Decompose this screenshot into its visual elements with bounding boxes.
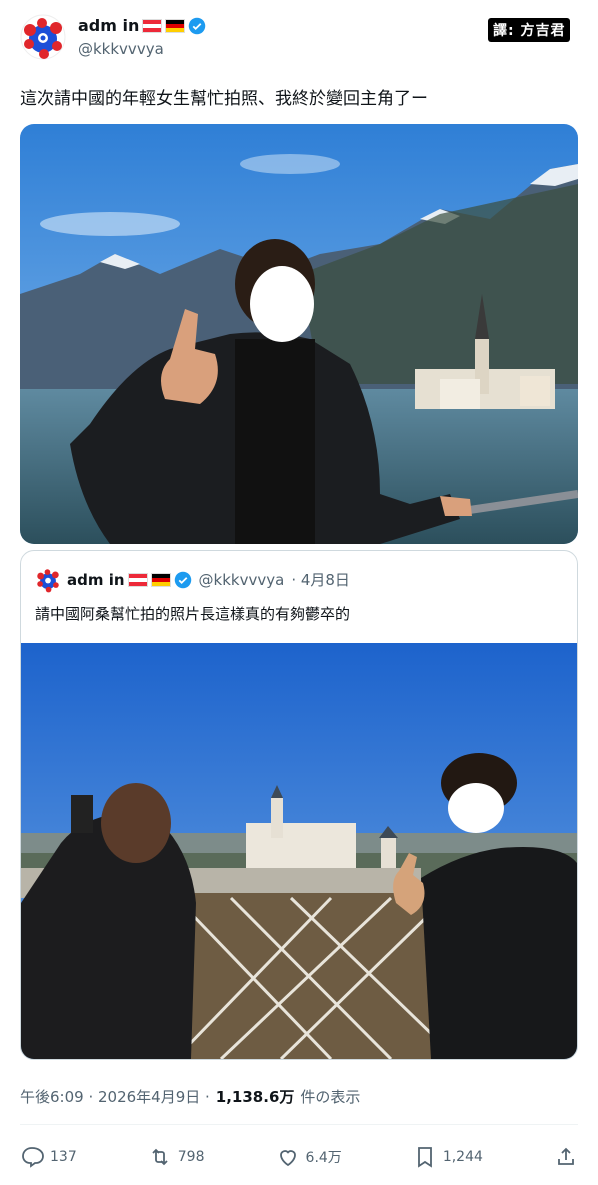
bookmark-count: 1,244: [442, 1149, 483, 1165]
quoted-handle: @kkkvvvya: [198, 570, 285, 589]
quoted-text: 請中國阿桑幫忙拍的照片長這樣真的有夠鬱卒的: [35, 605, 351, 623]
austria-flag-icon: [127, 572, 148, 587]
verified-badge-icon: [174, 571, 191, 588]
like-button[interactable]: 6.4万: [276, 1145, 342, 1169]
quoted-author-name: adm in: [67, 570, 125, 589]
reply-count: 137: [50, 1149, 77, 1165]
bookmark-button[interactable]: 1,244: [413, 1145, 483, 1169]
author-name-row[interactable]: adm in: [78, 16, 206, 35]
quoted-avatar[interactable]: [35, 567, 61, 593]
action-bar: 137 798 6.4万 1,244: [20, 1140, 578, 1174]
timestamp[interactable]: 午後6:09 · 2026年4月9日 ·: [20, 1086, 210, 1107]
reply-button[interactable]: 137: [20, 1145, 77, 1169]
tweet-text: 這次請中國的年輕女生幫忙拍照、我終於變回主角了ー: [20, 89, 428, 109]
reply-icon: [22, 1147, 44, 1168]
view-count: 1,138.6万: [215, 1088, 295, 1106]
verified-badge-icon: [189, 17, 206, 34]
bookmark-icon: [417, 1147, 432, 1168]
view-count-suffix: 件の表示: [300, 1088, 361, 1106]
avatar[interactable]: [20, 14, 66, 60]
translator-credit: 譯: 方吉君: [488, 18, 571, 42]
author-name[interactable]: adm in: [78, 16, 139, 35]
share-icon: [558, 1147, 574, 1165]
austria-flag-icon: [142, 18, 163, 33]
heart-icon: [279, 1150, 296, 1167]
quoted-header: adm in @kkkvvvya · 4月8日: [67, 569, 350, 590]
retweet-count: 798: [177, 1149, 205, 1165]
tweet-photo[interactable]: [20, 124, 578, 544]
quoted-date: · 4月8日: [291, 571, 350, 589]
divider: [20, 1124, 578, 1125]
quoted-photo[interactable]: [21, 643, 577, 1059]
quoted-tweet[interactable]: adm in @kkkvvvya · 4月8日 請中國阿桑幫忙拍的照片長這樣真的…: [20, 550, 578, 1060]
author-handle[interactable]: @kkkvvvya: [78, 40, 164, 58]
retweet-icon: [152, 1148, 168, 1166]
tweet-meta: 午後6:09 · 2026年4月9日 · 1,138.6万 件の表示: [20, 1086, 360, 1107]
like-count: 6.4万: [305, 1150, 342, 1166]
avatar-mascot-icon: [20, 14, 66, 60]
share-button[interactable]: [554, 1145, 578, 1169]
germany-flag-icon: [150, 572, 171, 587]
avatar-mascot-icon: [35, 567, 61, 593]
germany-flag-icon: [165, 18, 186, 33]
retweet-button[interactable]: 798: [148, 1145, 205, 1169]
